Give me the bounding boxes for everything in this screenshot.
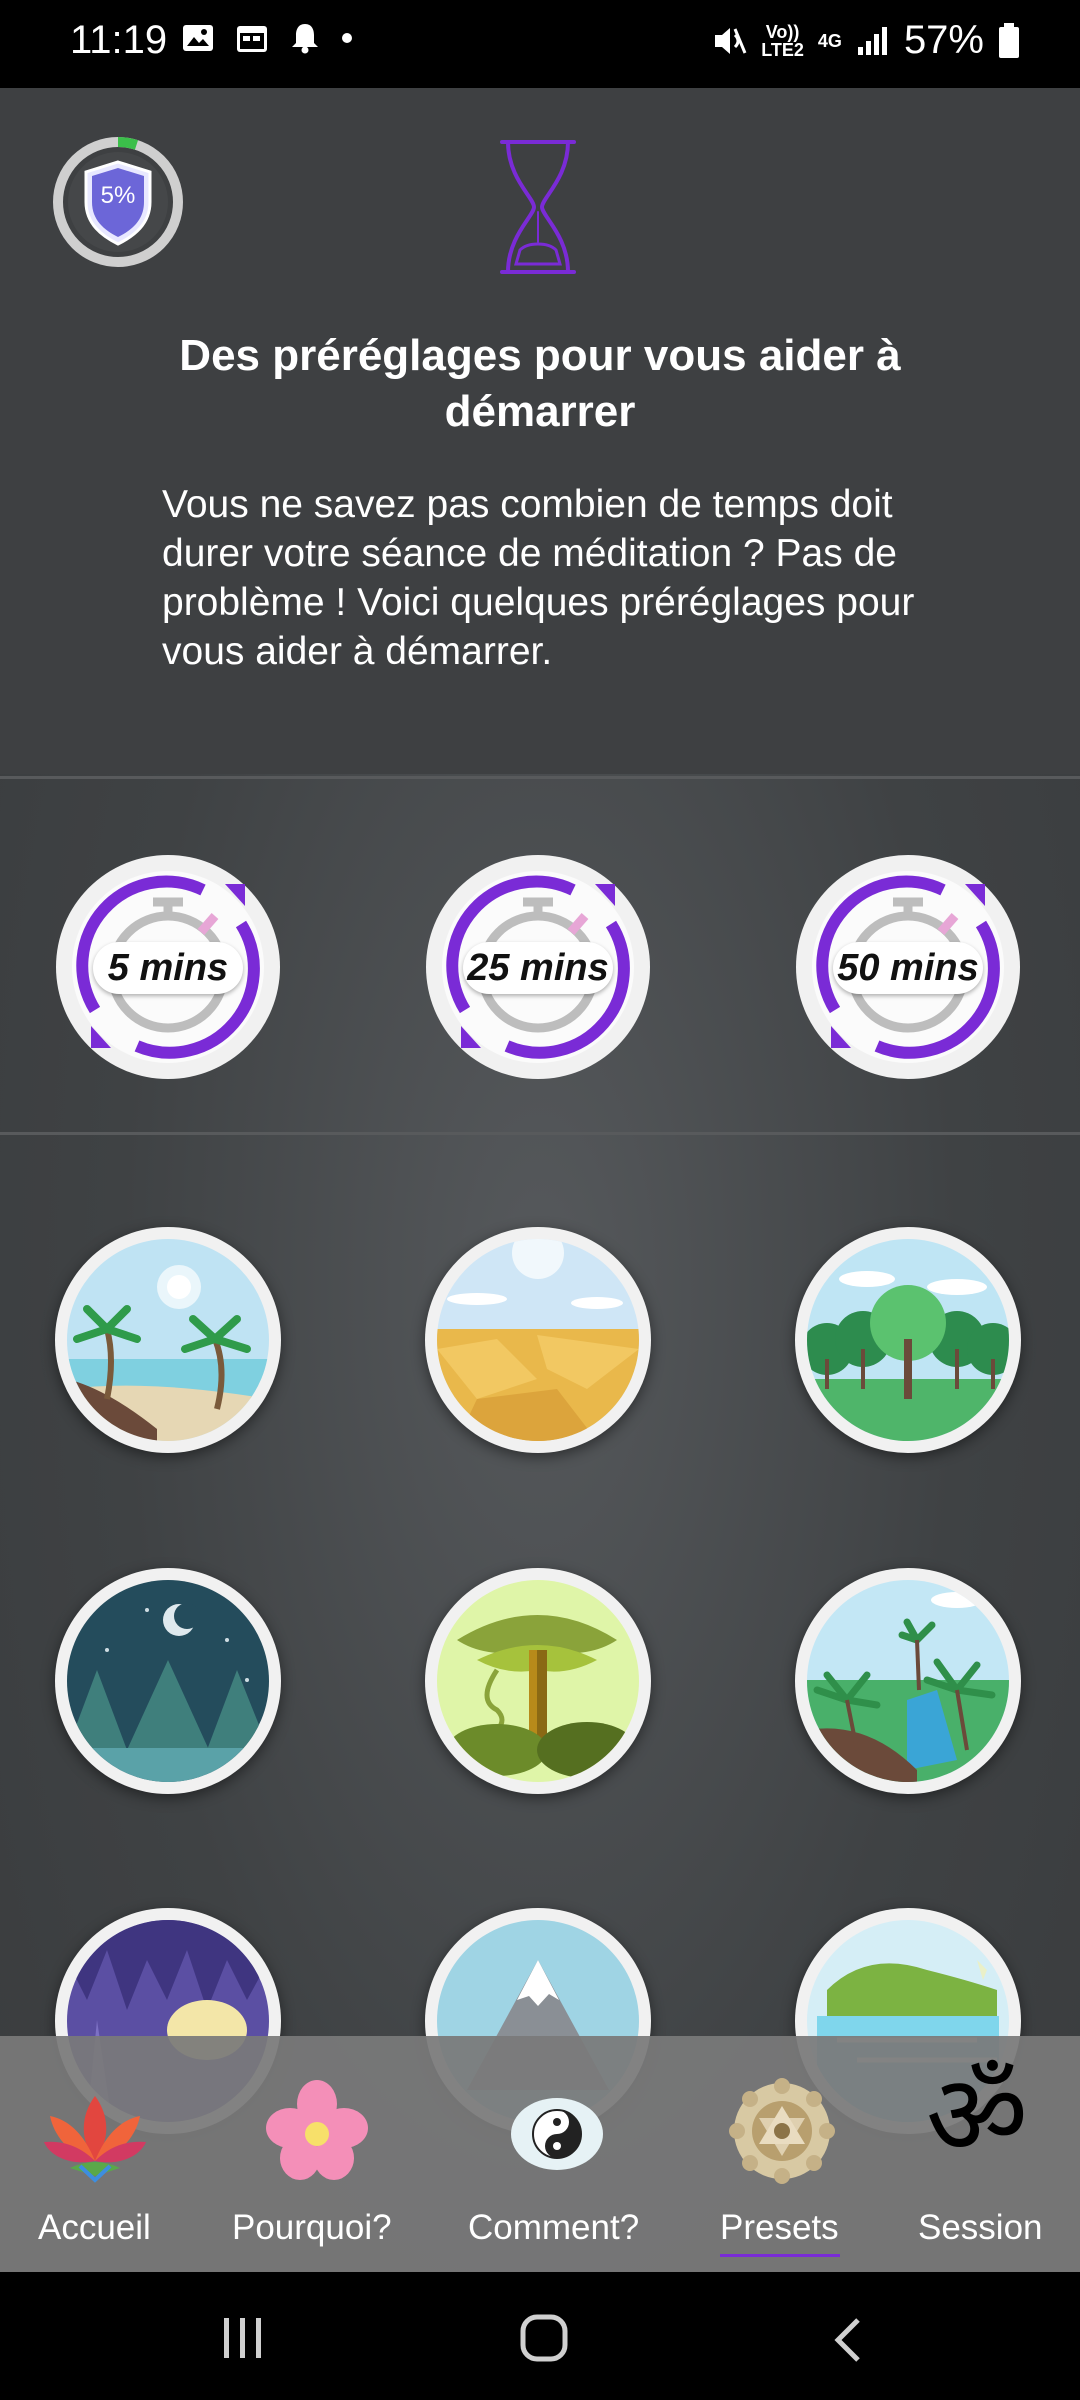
scene-night-forest[interactable] [55,1568,281,1794]
notification-bell-icon [292,24,318,54]
tropical-scene-icon [807,1580,1009,1782]
calendar-icon [237,26,267,52]
timer-label: 5 mins [93,942,243,994]
timer-label: 50 mins [833,942,983,994]
nav-label: Pourquoi? [232,2208,392,2247]
presets-screen: 5% Des préréglages pour vous aider à dém… [0,88,1080,2272]
more-notifications-dot-icon [342,33,352,43]
lotus-icon [44,2096,146,2183]
nav-comment[interactable]: Comment? [466,2036,646,2272]
status-time: 11:19 [70,18,168,62]
nav-label: Comment? [468,2208,640,2247]
recent-apps-icon[interactable] [220,2316,266,2360]
beach-scene-icon [67,1239,269,1441]
battery-percent: 57% [903,18,984,62]
nav-presets[interactable]: Presets [712,2036,852,2272]
signal-icon [857,26,887,55]
network-4g-indicator: 4G [817,30,842,51]
back-icon[interactable] [830,2316,866,2364]
page-title: Des préréglages pour vous aider à démarr… [179,331,901,436]
mandala-icon [729,2078,835,2184]
battery-icon [999,22,1019,58]
page-description: Vous ne savez pas combien de temps doit … [162,483,915,673]
scene-tropical[interactable] [795,1568,1021,1794]
divider [0,1132,1080,1135]
volte-indicator: Vo)) LTE2 [761,21,804,60]
nav-accueil[interactable]: Accueil [20,2036,170,2272]
timer-label: 25 mins [463,942,613,994]
timer-preset-25[interactable]: 25 mins [425,854,651,1080]
gallery-icon [183,25,213,51]
jungle-tree-scene-icon [437,1580,639,1782]
om-icon: ॐ [925,2051,1029,2181]
nav-label: Session [918,2208,1043,2247]
timer-preset-5[interactable]: 5 mins [55,854,281,1080]
yin-yang-icon [511,2098,603,2170]
presets-header: 5% Des préréglages pour vous aider à dém… [0,88,1080,774]
home-icon[interactable] [520,2314,568,2362]
progress-badge[interactable]: 5% [52,136,184,268]
system-navigation-bar [0,2272,1080,2400]
mute-icon [715,27,747,54]
scene-desert[interactable] [425,1227,651,1453]
nav-pourquoi[interactable]: Pourquoi? [226,2036,406,2272]
bottom-navigation: Accueil Pourquoi? Comment? Presets ॐ Ses… [0,2036,1080,2272]
hourglass-icon [500,140,576,274]
scene-forest[interactable] [795,1227,1021,1453]
desert-scene-icon [437,1239,639,1441]
forest-scene-icon [807,1239,1009,1441]
scene-jungle-tree[interactable] [425,1568,651,1794]
flower-icon [266,2080,368,2180]
nav-label: Presets [720,2208,839,2247]
nav-session[interactable]: ॐ Session [908,2036,1058,2272]
active-tab-indicator [720,2254,840,2257]
timer-preset-50[interactable]: 50 mins [795,854,1021,1080]
scene-beach[interactable] [55,1227,281,1453]
progress-value: 5% [100,182,136,209]
status-bar: 11:19 Vo)) LTE2 4G 57% [0,0,1080,88]
divider [0,776,1080,779]
nav-label: Accueil [38,2208,151,2247]
night-forest-scene-icon [67,1580,269,1782]
